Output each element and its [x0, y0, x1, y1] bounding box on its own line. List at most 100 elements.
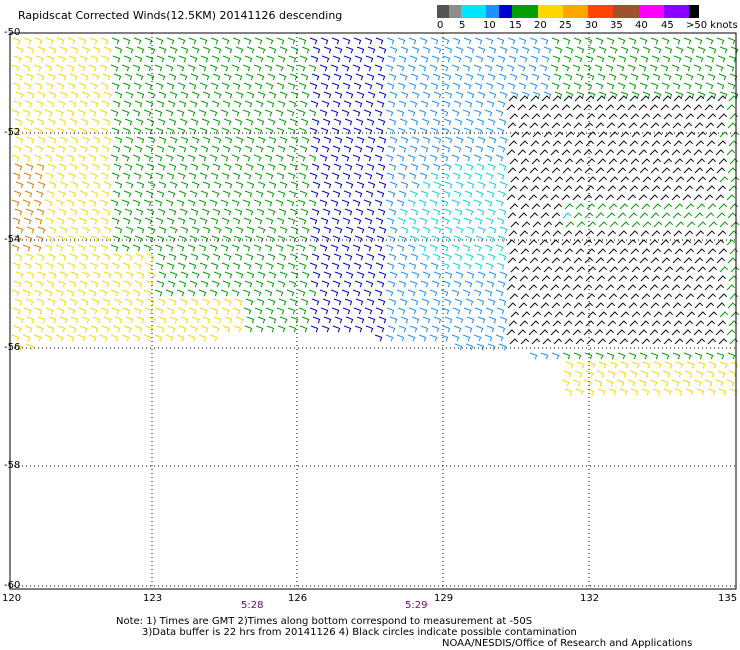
wind-barb — [66, 244, 75, 252]
wind-barb — [583, 104, 593, 111]
wind-barb — [223, 163, 232, 171]
wind-barb — [15, 46, 24, 54]
wind-barb — [442, 55, 451, 63]
wind-barb — [264, 109, 273, 117]
wind-barb — [595, 122, 605, 129]
wind-barb — [539, 64, 548, 72]
wind-barb — [353, 82, 362, 90]
wind-barb — [453, 190, 462, 198]
wind-barb — [103, 46, 112, 54]
wind-barb — [519, 230, 529, 237]
wind-barb — [552, 95, 562, 102]
wind-barb — [653, 266, 663, 273]
wind-barb — [235, 271, 244, 279]
wind-barb — [508, 140, 518, 147]
wind-barb — [344, 298, 353, 306]
wind-barb — [155, 307, 164, 315]
wind-barb — [553, 203, 563, 210]
wind-barb — [531, 158, 541, 165]
wind-barb — [288, 190, 297, 198]
wind-barb — [529, 212, 539, 219]
wind-barb — [374, 64, 383, 72]
wind-barb — [487, 208, 496, 216]
wind-barb — [586, 113, 596, 120]
wind-barb — [110, 244, 119, 252]
wind-barb — [67, 217, 76, 225]
wind-barb — [169, 181, 178, 189]
wind-barb — [627, 239, 637, 246]
wind-barb — [539, 194, 549, 201]
wind-barb — [651, 230, 661, 237]
wind-barb — [716, 37, 725, 45]
wind-barb — [594, 239, 604, 246]
wind-barb — [408, 82, 417, 90]
wind-barb — [343, 100, 352, 108]
wind-barb — [583, 194, 593, 201]
wind-barb — [179, 298, 188, 306]
wind-barb — [431, 280, 440, 288]
wind-barb — [319, 199, 328, 207]
wind-barb — [507, 82, 516, 90]
wind-barb — [539, 149, 549, 156]
wind-barb — [121, 109, 130, 117]
wind-barb — [462, 109, 471, 117]
wind-barb — [660, 194, 670, 201]
wind-barb — [46, 190, 55, 198]
wind-barb — [673, 55, 682, 63]
wind-barb — [45, 217, 54, 225]
wind-barb — [113, 73, 122, 81]
wind-barb — [365, 280, 374, 288]
wind-barb — [180, 136, 189, 144]
wind-barb — [210, 307, 219, 315]
wind-barb — [365, 145, 374, 153]
wind-barb — [334, 136, 343, 144]
wind-barb — [430, 37, 439, 45]
wind-barb — [58, 163, 67, 171]
wind-barb — [642, 266, 652, 273]
wind-barb — [24, 235, 33, 243]
wind-barb — [59, 226, 68, 234]
wind-barb — [640, 140, 650, 147]
wind-barb — [298, 82, 307, 90]
wind-barb — [256, 118, 265, 126]
wind-barb — [199, 172, 208, 180]
wind-barb — [25, 253, 34, 261]
wind-barb — [498, 253, 507, 261]
wind-barb — [190, 73, 199, 81]
wind-barb — [59, 316, 68, 324]
wind-barb — [246, 271, 255, 279]
wind-barb — [672, 302, 682, 309]
wind-barb — [696, 338, 706, 345]
wind-barbs-layer — [11, 37, 740, 396]
wind-barb — [583, 64, 592, 72]
wind-barb — [707, 73, 716, 81]
wind-barb — [212, 253, 221, 261]
wind-barb — [158, 181, 167, 189]
wind-barb — [671, 239, 681, 246]
wind-barb — [200, 100, 209, 108]
wind-barb — [452, 217, 461, 225]
wind-barb — [517, 194, 527, 201]
lat-label: -50 — [4, 27, 21, 38]
wind-barb — [528, 149, 538, 156]
wind-barb — [146, 208, 155, 216]
wind-barb — [541, 55, 550, 63]
wind-barb — [112, 55, 121, 63]
wind-barb — [584, 257, 594, 264]
wind-barb — [36, 208, 45, 216]
wind-barb — [253, 109, 262, 117]
wind-barb — [356, 271, 365, 279]
wind-barb — [609, 46, 618, 54]
wind-barb — [67, 127, 76, 135]
wind-barb — [320, 307, 329, 315]
wind-barb — [81, 136, 90, 144]
wind-barb — [562, 212, 572, 219]
wind-barb — [66, 109, 75, 117]
wind-barb — [617, 212, 627, 219]
time-label: 5:29 — [405, 600, 428, 611]
wind-barb — [573, 212, 583, 219]
wind-barb — [528, 104, 538, 111]
wind-barb — [431, 190, 440, 198]
wind-barb — [286, 64, 295, 72]
wind-barb — [70, 181, 79, 189]
